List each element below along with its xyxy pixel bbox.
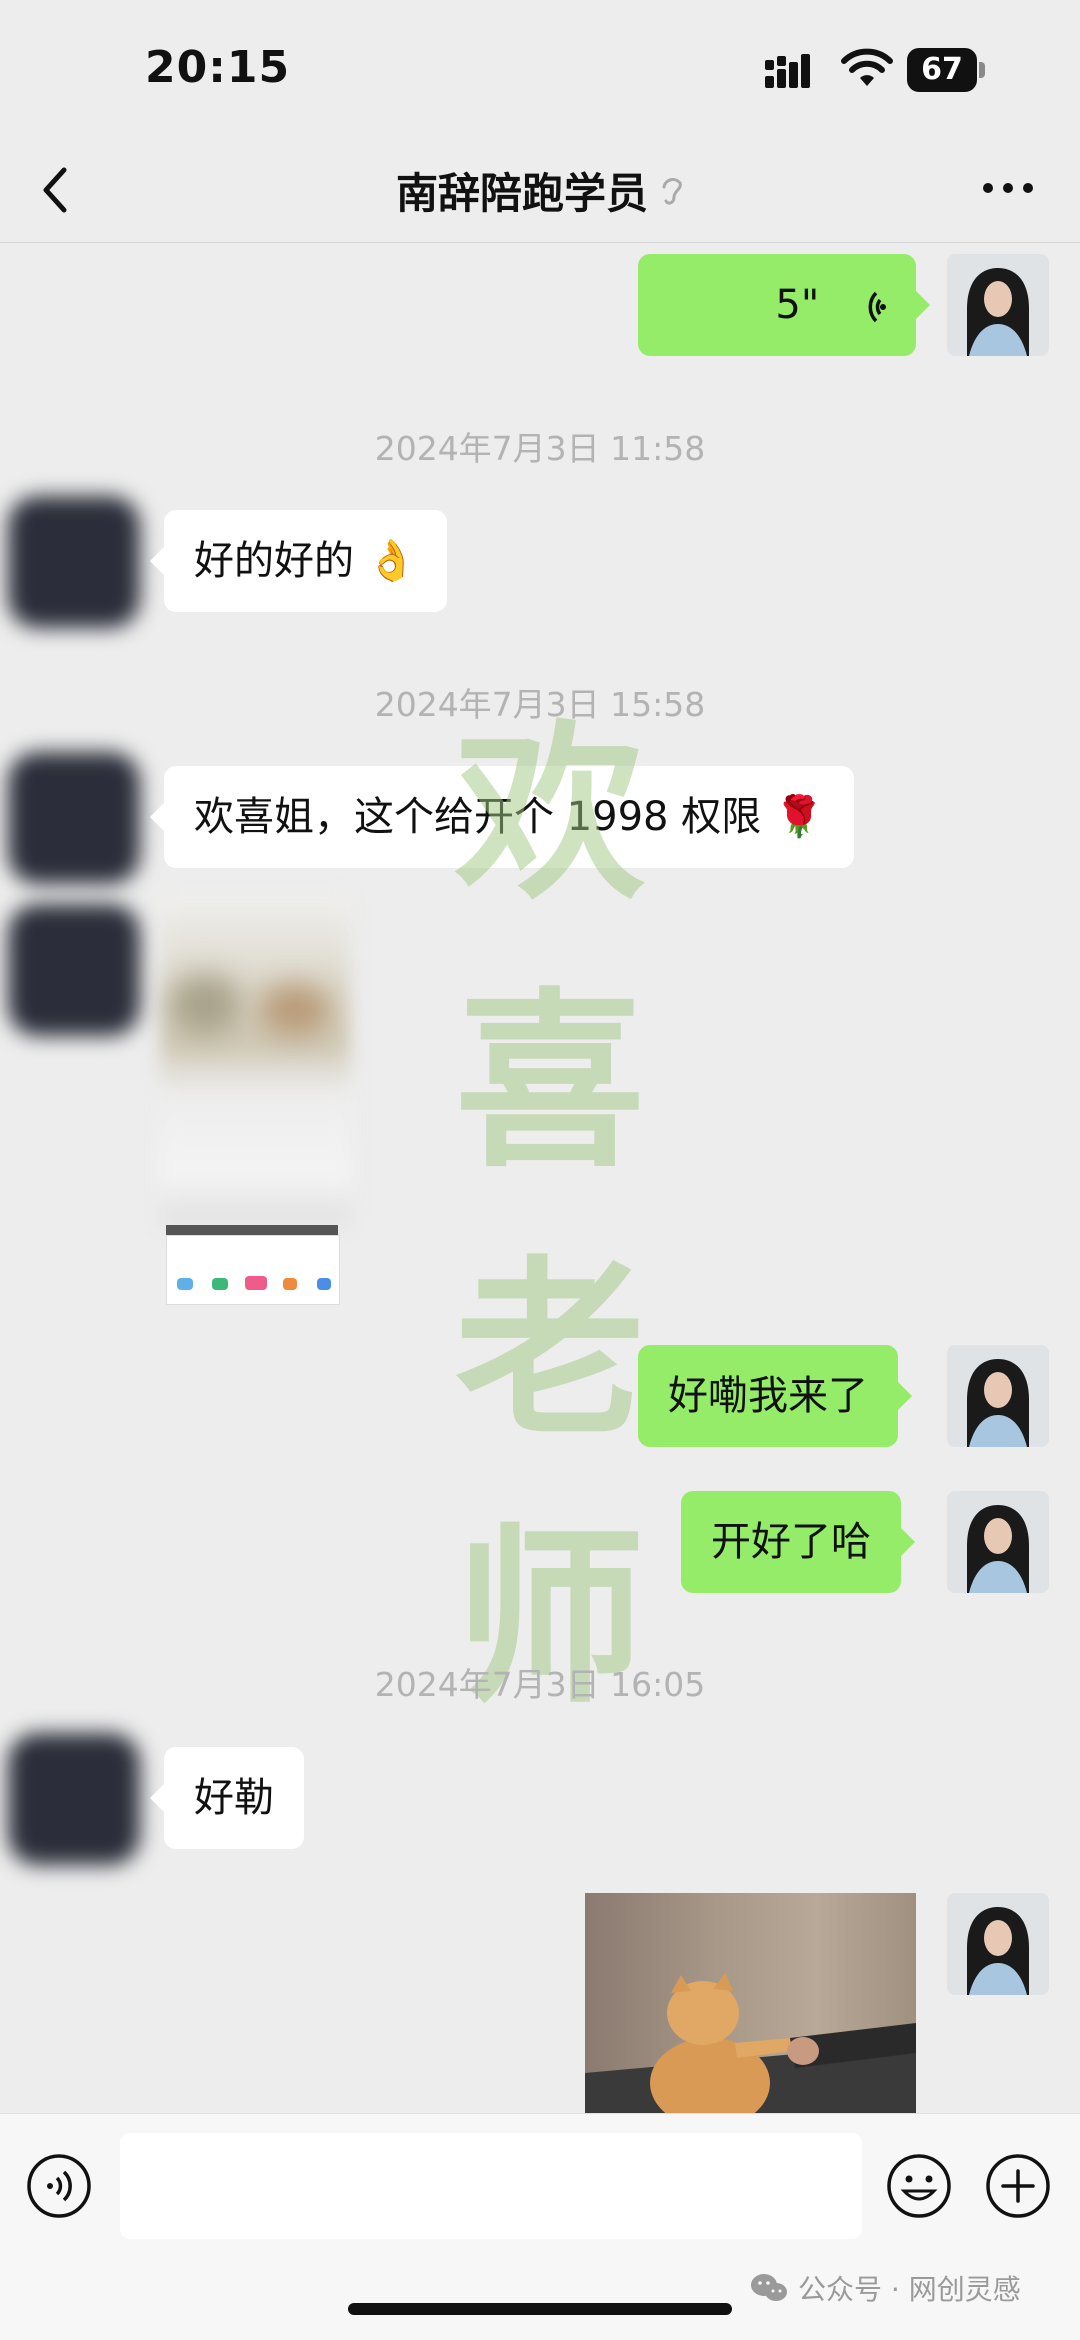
status-time: 20:15 — [145, 42, 291, 93]
outgoing-message[interactable]: 好嘞我来了 — [638, 1345, 912, 1447]
message-text: 好勒 — [194, 1775, 274, 1821]
voice-duration: 5" — [775, 282, 820, 328]
timestamp: 2024年7月3日 11:58 — [374, 429, 706, 468]
wechat-official-account-tag: 公众号 · 网创灵感 — [750, 2268, 1021, 2308]
screenshot-thumbnail — [166, 1235, 340, 1305]
incoming-message[interactable]: 好的好的 👌 — [150, 510, 447, 612]
outgoing-message[interactable]: 开好了哈 — [681, 1491, 915, 1593]
self-avatar[interactable] — [947, 1345, 1049, 1447]
voice-input-button[interactable] — [26, 2153, 92, 2219]
footer-tag-text: 公众号 · 网创灵感 — [798, 2273, 1021, 2306]
cellular-signal-icon — [765, 54, 810, 88]
sent-image-message[interactable] — [585, 1893, 916, 2113]
blurred-image-detail — [170, 975, 240, 1035]
chat-title: 南辞陪跑学员 — [395, 169, 648, 218]
voice-wave-icon — [868, 291, 886, 323]
rose-emoji: 🌹 — [773, 794, 824, 840]
wifi-icon — [841, 48, 893, 86]
battery-tip — [979, 62, 985, 78]
emoji-button[interactable] — [886, 2153, 952, 2219]
self-avatar[interactable] — [947, 1491, 1049, 1593]
battery-level: 67 — [907, 48, 977, 92]
watermark-char: 师 — [454, 1506, 645, 1729]
watermark-char: 喜 — [454, 970, 645, 1193]
self-avatar[interactable] — [947, 1893, 1049, 1995]
battery-indicator: 67 — [907, 48, 985, 92]
home-indicator — [348, 2303, 732, 2315]
message-input[interactable] — [120, 2133, 862, 2239]
header-divider — [0, 242, 1080, 243]
timestamp: 2024年7月3日 16:05 — [374, 1665, 706, 1704]
incoming-message[interactable]: 好勒 — [150, 1747, 304, 1849]
ear-icon — [662, 177, 682, 205]
screenshot-thumbnail-header — [166, 1225, 338, 1235]
more-functions-button[interactable] — [985, 2153, 1051, 2219]
watermark-char: 欢 — [454, 702, 645, 925]
chat-title-bar: 南辞陪跑学员 — [0, 160, 1080, 221]
watermark: 欢 喜 老 师 — [420, 680, 680, 1752]
contact-avatar[interactable] — [8, 904, 140, 1036]
message-text: 好嘞我来了 — [668, 1373, 868, 1419]
contact-avatar[interactable] — [8, 1733, 140, 1865]
more-options-button[interactable] — [978, 168, 1038, 208]
message-text: 好的好的 — [194, 538, 354, 584]
blurred-image — [160, 895, 350, 1225]
self-avatar[interactable] — [947, 254, 1049, 356]
cat-photo — [585, 1973, 916, 2113]
blurred-image-detail — [260, 985, 330, 1035]
voice-message-bubble[interactable]: 5" — [638, 254, 930, 356]
ok-hand-emoji: 👌 — [366, 538, 417, 584]
contact-avatar[interactable] — [8, 752, 140, 884]
contact-avatar[interactable] — [8, 496, 140, 628]
message-text: 开好了哈 — [711, 1519, 871, 1565]
shared-image-message[interactable] — [160, 895, 350, 1305]
wechat-icon — [751, 2274, 787, 2301]
